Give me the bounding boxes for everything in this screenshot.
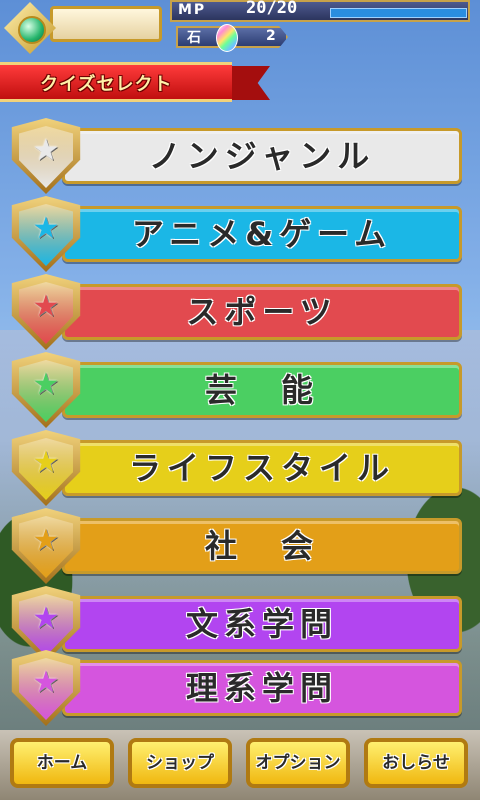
news-button[interactable]: おしらせ (364, 738, 468, 788)
genre-label: スポーツ (186, 293, 338, 331)
genre-label: アニメ&ゲーム (131, 215, 393, 253)
genre-button-non-genre[interactable]: ノンジャンル ★ (8, 118, 464, 194)
shop-button[interactable]: ショップ (128, 738, 232, 788)
genre-button-sciences[interactable]: 理系学問 ★ (8, 650, 464, 726)
rank-gem-core-icon (18, 16, 46, 44)
genre-label: 理系学問 (185, 669, 338, 707)
mp-gauge (330, 8, 467, 18)
genre-button-entertainment[interactable]: 芸 能 ★ (8, 352, 464, 428)
star-icon: ★ (32, 211, 60, 246)
option-button[interactable]: オプション (246, 738, 350, 788)
star-icon: ★ (32, 289, 60, 324)
home-button[interactable]: ホーム (10, 738, 114, 788)
genre-label: ライフスタイル (128, 449, 395, 487)
star-icon: ★ (32, 445, 60, 480)
player-name-box (50, 6, 162, 42)
genre-label: 文系学問 (185, 605, 338, 643)
mp-label: MP (178, 2, 207, 18)
ribbon-tail (226, 66, 270, 100)
genre-button-lifestyle[interactable]: ライフスタイル ★ (8, 430, 464, 506)
stone-gem-icon (216, 24, 238, 52)
star-icon: ★ (32, 367, 60, 402)
star-icon: ★ (32, 523, 60, 558)
stone-label: 石 (187, 30, 201, 46)
stone-count: 2 (266, 28, 276, 44)
mp-value: 20/20 (246, 0, 298, 18)
star-icon: ★ (32, 665, 60, 700)
genre-button-sports[interactable]: スポーツ ★ (8, 274, 464, 350)
genre-button-anime-game[interactable]: アニメ&ゲーム ★ (8, 196, 464, 272)
ribbon-title: クイズセレクト (40, 74, 173, 95)
quiz-select-ribbon: クイズセレクト (0, 62, 272, 104)
genre-button-society[interactable]: 社 会 ★ (8, 508, 464, 584)
genre-button-humanities[interactable]: 文系学問 ★ (8, 586, 464, 662)
star-icon: ★ (32, 133, 60, 168)
bottom-nav: ホーム ショップ オプション おしらせ (0, 730, 480, 800)
genre-label: 芸 能 (204, 371, 319, 409)
genre-label: ノンジャンル (148, 137, 376, 175)
status-bar: MP 20/20 石 2 (0, 0, 480, 58)
star-icon: ★ (32, 601, 60, 636)
genre-label: 社 会 (204, 527, 319, 565)
